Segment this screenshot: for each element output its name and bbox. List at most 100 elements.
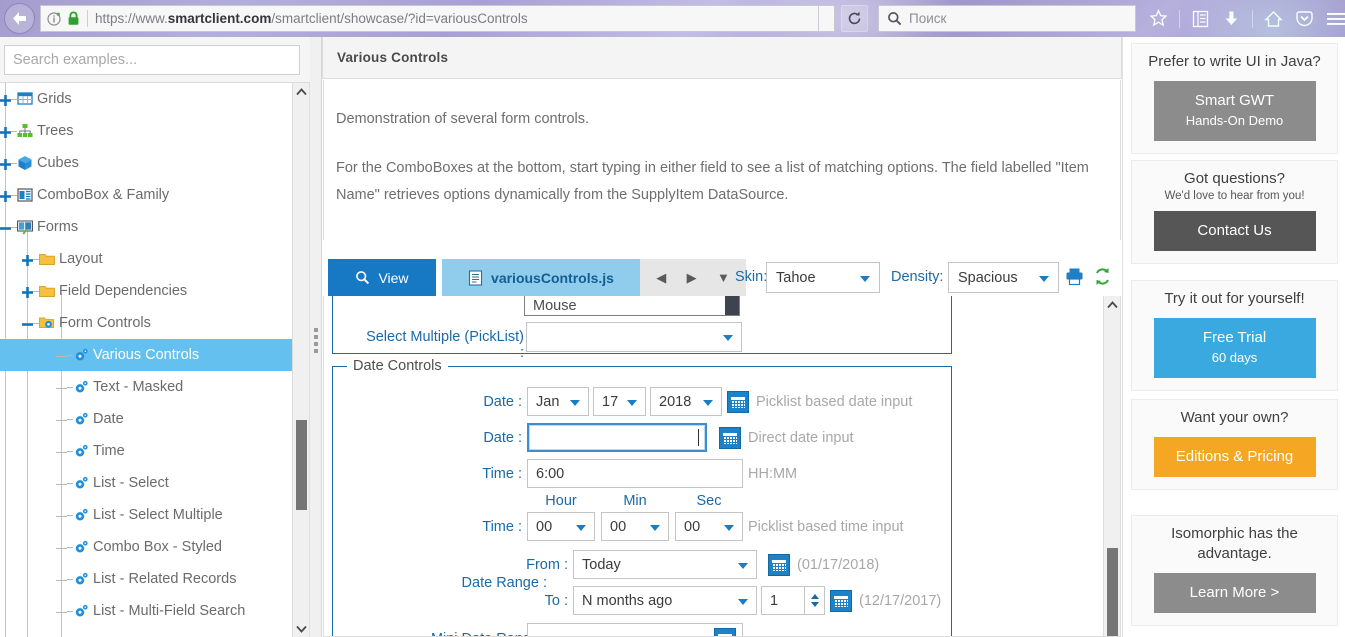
refresh-icon[interactable] [1093, 267, 1112, 289]
sidebar-item-trees[interactable]: Trees [0, 115, 309, 147]
sidebar-item-text-masked[interactable]: Text - Masked [0, 371, 309, 403]
promo-button[interactable]: Learn More > [1154, 573, 1316, 613]
lock-icon[interactable] [67, 11, 80, 26]
date-year-select[interactable]: 2018 [650, 387, 722, 416]
sidebar-item-time[interactable]: Time [0, 435, 309, 467]
hamburger-menu-icon[interactable] [1322, 5, 1345, 32]
tree-expander-plus-icon[interactable] [22, 286, 33, 297]
source-tab[interactable]: variousControls.js [442, 259, 640, 296]
promo-button[interactable]: Smart GWTHands-On Demo [1154, 81, 1316, 141]
select-multiple-caret-icon [723, 335, 733, 341]
sidebar-item-grids[interactable]: Grids [0, 83, 309, 115]
tree-scroll-thumb[interactable] [296, 420, 307, 510]
date-range-from-select[interactable]: Today [573, 550, 757, 579]
sidebar-item-date[interactable]: Date [0, 403, 309, 435]
spinner-down-icon[interactable] [811, 602, 819, 607]
search-placeholder: Поиск [909, 11, 946, 26]
date-year-value: 2018 [659, 394, 691, 410]
form-scroll-thumb[interactable] [1107, 548, 1118, 637]
sidebar-item-form-controls[interactable]: Form Controls [0, 307, 309, 339]
sidebar-item-forms[interactable]: Forms [0, 211, 309, 243]
sidebar-item-list-select-multiple[interactable]: List - Select Multiple [0, 499, 309, 531]
time-sec-select[interactable]: 00 [675, 512, 743, 541]
date-direct-calendar-button[interactable] [719, 427, 741, 449]
next-arrow-icon[interactable]: ▶ [687, 270, 697, 286]
promo-button[interactable]: Contact Us [1154, 211, 1316, 251]
tree-expander-minus-icon[interactable] [22, 318, 33, 329]
download-icon[interactable] [1218, 5, 1245, 32]
time-min-select[interactable]: 00 [601, 512, 669, 541]
tree-expander-plus-icon[interactable] [0, 94, 11, 105]
chevron-down-icon[interactable]: ▼ [717, 270, 730, 285]
listbox-scrollbar[interactable] [725, 296, 739, 315]
sidebar-item-combobox-family[interactable]: ComboBox & Family [0, 179, 309, 211]
gear-icon [73, 603, 89, 619]
select-multiple-label: Select Multiple (PickList) : [359, 329, 524, 361]
tree-expander-plus-icon[interactable] [0, 158, 11, 169]
date-year-caret-icon [703, 400, 713, 406]
tree-expander-plus-icon[interactable] [0, 126, 11, 137]
spinner-up-icon[interactable] [811, 594, 819, 599]
promo-button[interactable]: Editions & Pricing [1154, 437, 1316, 477]
date-range-to-select[interactable]: N months ago [573, 586, 757, 615]
time-hour-select[interactable]: 00 [527, 512, 595, 541]
skin-select[interactable]: Tahoe [766, 262, 880, 293]
date-range-to-spinner[interactable] [805, 586, 825, 615]
star-icon[interactable] [1145, 5, 1172, 32]
form-scroll-up-button[interactable] [1104, 296, 1121, 313]
toolbar-divider [1179, 10, 1180, 28]
library-icon[interactable] [1187, 5, 1214, 32]
promo-button-label: Free Trial [1203, 329, 1266, 346]
sidebar-item-layout[interactable]: Layout [0, 243, 309, 275]
tree-expander-plus-icon[interactable] [0, 190, 11, 201]
density-select[interactable]: Spacious [948, 262, 1059, 293]
sidebar-item-various-controls[interactable]: Various Controls [0, 339, 309, 371]
previous-arrow-icon[interactable]: ◀ [656, 270, 666, 286]
source-file-icon [468, 270, 483, 286]
page-info-icon[interactable] [47, 11, 62, 26]
date-month-select[interactable]: Jan [527, 387, 589, 416]
tree-expander-plus-icon[interactable] [22, 254, 33, 265]
date-range-from-calendar-button[interactable] [768, 554, 790, 576]
back-button[interactable] [4, 3, 35, 34]
promo-button-sublabel: 60 days [1154, 348, 1316, 368]
date-picklist-calendar-button[interactable] [727, 391, 749, 413]
search-examples-input[interactable] [4, 45, 300, 75]
date-direct-input[interactable] [527, 423, 707, 452]
example-description: Demonstration of several form controls. … [323, 80, 1121, 240]
mini-date-range-input[interactable] [527, 623, 743, 637]
sidebar-item-list-select[interactable]: List - Select [0, 467, 309, 499]
tree-scrollbar[interactable] [292, 83, 309, 637]
pocket-icon[interactable] [1291, 5, 1318, 32]
select-multiple-picklist[interactable] [526, 322, 742, 352]
sidebar-item-field-dependencies[interactable]: Field Dependencies [0, 275, 309, 307]
url-bar[interactable]: https://www.smartclient.com/smartclient/… [40, 5, 835, 32]
date-day-select[interactable]: 17 [593, 387, 646, 416]
tree-expander-minus-icon[interactable] [0, 222, 11, 233]
sidebar-item-combo-box-styled[interactable]: Combo Box - Styled [0, 531, 309, 563]
panel-splitter[interactable] [310, 37, 322, 637]
tree-scroll-up-button[interactable] [293, 83, 310, 100]
promo-button[interactable]: Free Trial 60 days [1154, 318, 1316, 378]
tree-scroll-down-button[interactable] [293, 620, 310, 637]
gear-icon [73, 411, 89, 427]
calendar-icon [731, 397, 745, 408]
tree-leaf-connector [56, 510, 67, 521]
sidebar-item-label: Grids [37, 91, 72, 107]
time-text-input[interactable]: 6:00 [527, 459, 743, 488]
sidebar-item-list-related-records[interactable]: List - Related Records [0, 563, 309, 595]
home-icon[interactable] [1260, 5, 1287, 32]
sidebar-item-cubes[interactable]: Cubes [0, 147, 309, 179]
printer-icon[interactable] [1065, 267, 1084, 289]
url-dropdown-marker[interactable] [818, 6, 834, 31]
date-range-to-count-input[interactable]: 1 [761, 586, 805, 615]
form-scrollbar[interactable] [1103, 296, 1120, 637]
reload-button[interactable] [841, 5, 868, 32]
date-range-to-calendar-button[interactable] [830, 590, 852, 612]
select-listbox[interactable]: Mouse [524, 296, 740, 316]
view-tab[interactable]: View [328, 259, 436, 296]
mini-date-range-calendar-button[interactable] [714, 628, 736, 637]
sidebar-item-label: List - Related Records [93, 571, 236, 587]
sidebar-item-list-multi-field-search[interactable]: List - Multi-Field Search [0, 595, 309, 627]
search-bar[interactable]: Поиск [878, 5, 1136, 32]
